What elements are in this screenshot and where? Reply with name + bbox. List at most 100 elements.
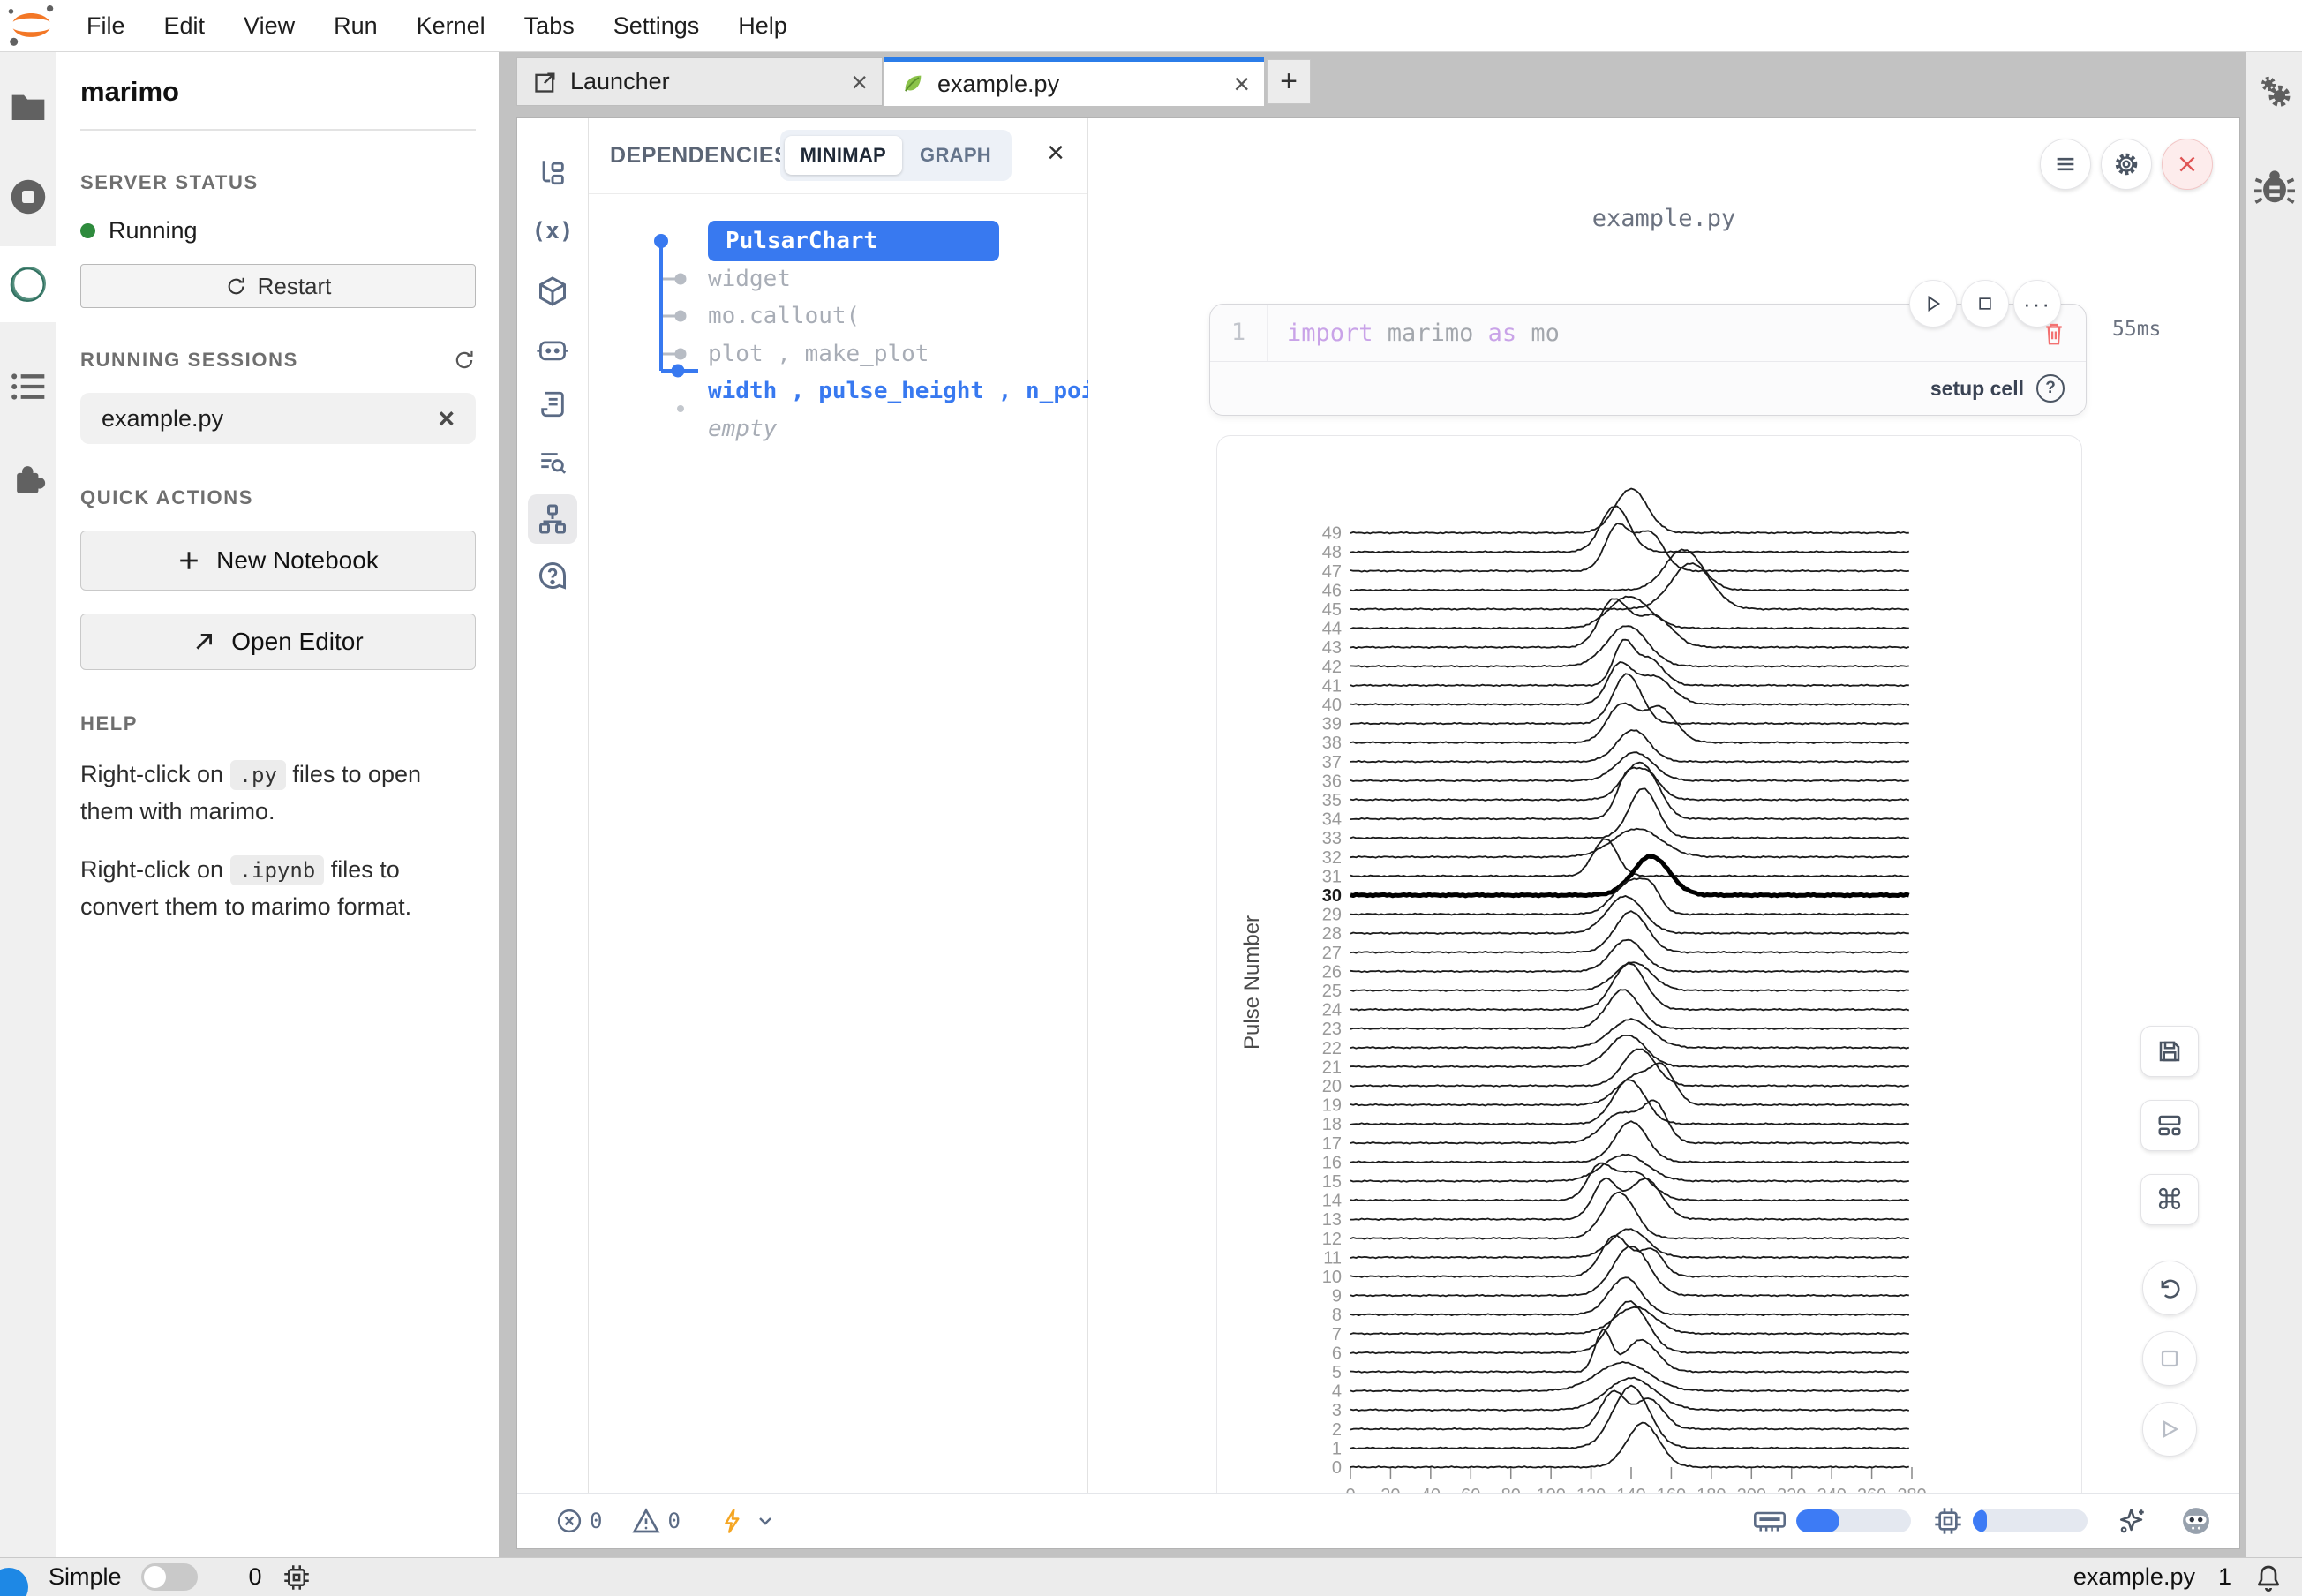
running-sessions-heading: RUNNING SESSIONS	[80, 349, 298, 372]
stop-icon	[2159, 1348, 2180, 1369]
variables-icon[interactable]: (x)	[528, 207, 577, 256]
tab-launcher[interactable]: Launcher ×	[516, 57, 883, 106]
menu-settings[interactable]: Settings	[594, 12, 719, 40]
svg-text:10: 10	[1322, 1268, 1342, 1287]
svg-text:42: 42	[1322, 658, 1342, 677]
floppy-icon	[2156, 1038, 2183, 1065]
layout-button[interactable]	[2140, 1100, 2199, 1151]
statusbar-filename[interactable]: example.py	[2073, 1563, 2195, 1591]
close-icon	[2176, 153, 2199, 176]
puzzle-icon	[11, 462, 46, 497]
file-explorer-tree-icon[interactable]	[528, 147, 577, 197]
svg-text:5: 5	[1332, 1363, 1342, 1382]
dependency-graph-icon[interactable]	[528, 494, 577, 544]
ai-sparkles-icon[interactable]	[2118, 1506, 2148, 1536]
svg-text:27: 27	[1322, 944, 1342, 963]
new-notebook-button[interactable]: New Notebook	[80, 531, 476, 591]
svg-text:40: 40	[1322, 696, 1342, 715]
svg-text:21: 21	[1322, 1058, 1342, 1077]
scratchpad-scroll-icon[interactable]	[528, 380, 577, 429]
errors-icon[interactable]	[556, 1508, 583, 1534]
dep-node-widget[interactable]: widget	[708, 259, 791, 299]
tab-example-py[interactable]: example.py ×	[884, 57, 1264, 106]
activity-marimo[interactable]	[0, 246, 56, 322]
help-bubble-icon[interactable]	[528, 551, 577, 600]
save-button[interactable]	[2140, 1026, 2199, 1077]
menu-file[interactable]: File	[67, 12, 145, 40]
simple-mode-label: Simple	[49, 1563, 122, 1591]
svg-text:11: 11	[1323, 1248, 1342, 1268]
ai-robot-icon[interactable]	[528, 325, 577, 374]
session-close-icon[interactable]: ×	[438, 404, 455, 433]
open-editor-button[interactable]: Open Editor	[80, 614, 476, 670]
run-all-button[interactable]	[2142, 1402, 2197, 1457]
graph-toggle[interactable]: GRAPH	[904, 136, 1007, 175]
svg-text:14: 14	[1322, 1192, 1342, 1211]
svg-text:140: 140	[1616, 1486, 1645, 1493]
menu-view[interactable]: View	[224, 12, 314, 40]
dependencies-close-icon[interactable]: ×	[1047, 138, 1064, 168]
simple-mode-toggle[interactable]	[141, 1563, 198, 1591]
interrupt-button[interactable]	[2142, 1331, 2197, 1386]
menu-run[interactable]: Run	[314, 12, 397, 40]
property-inspector-gears-icon[interactable]	[2255, 74, 2294, 113]
restart-button[interactable]: Restart	[80, 264, 476, 308]
activity-extensions[interactable]	[0, 441, 56, 517]
hamburger-icon	[2053, 152, 2078, 177]
code-line[interactable]: import marimo as mo	[1287, 320, 1560, 347]
dependency-tree: PulsarChartwidgetmo.callout(plot , make_…	[589, 193, 1087, 1493]
plus-icon	[177, 549, 200, 572]
dep-node-width-pulse-height-n-poi[interactable]: width , pulse_height , n_poi	[708, 371, 1095, 411]
tab-example-py-close-icon[interactable]: ×	[1233, 70, 1250, 98]
minimap-toggle[interactable]: MINIMAP	[785, 136, 902, 175]
warnings-icon[interactable]	[632, 1508, 660, 1534]
chip-icon[interactable]	[283, 1564, 310, 1591]
command-palette-button[interactable]: ⌘	[2140, 1174, 2199, 1225]
lightning-icon[interactable]	[719, 1507, 746, 1535]
setup-help-icon[interactable]: ?	[2036, 374, 2065, 403]
dep-node-plot-make-plot[interactable]: plot , make_plot	[708, 334, 929, 374]
undo-button[interactable]	[2142, 1261, 2197, 1315]
gear-icon	[2113, 151, 2140, 177]
activity-table-of-contents[interactable]	[0, 349, 56, 425]
server-status-value: Running	[109, 217, 198, 245]
delete-cell-icon[interactable]	[2042, 320, 2066, 347]
new-tab-button[interactable]: +	[1267, 59, 1311, 104]
notebook-settings-button[interactable]	[2101, 139, 2152, 190]
bell-icon[interactable]	[2254, 1562, 2283, 1592]
tab-launcher-close-icon[interactable]: ×	[851, 68, 868, 96]
chevron-down-icon[interactable]	[755, 1510, 776, 1532]
activity-running-sessions[interactable]	[0, 159, 56, 235]
menu-kernel[interactable]: Kernel	[397, 12, 505, 40]
logs-search-icon[interactable]	[528, 437, 577, 486]
packages-cube-icon[interactable]	[528, 267, 577, 316]
dep-node-empty[interactable]: empty	[708, 409, 777, 449]
dep-node-pulsarchart[interactable]: PulsarChart	[708, 221, 999, 261]
svg-text:13: 13	[1322, 1210, 1342, 1230]
open-editor-label: Open Editor	[231, 628, 363, 656]
svg-text:180: 180	[1696, 1486, 1726, 1493]
svg-text:0: 0	[1345, 1486, 1355, 1493]
svg-text:47: 47	[1322, 562, 1342, 582]
session-item[interactable]: example.py ×	[80, 393, 476, 444]
menu-help[interactable]: Help	[718, 12, 807, 40]
menu-tabs[interactable]: Tabs	[505, 12, 594, 40]
refresh-icon[interactable]	[453, 349, 476, 372]
svg-text:Pulse Number: Pulse Number	[1240, 915, 1264, 1050]
notebook-shutdown-button[interactable]	[2162, 139, 2213, 190]
session-name: example.py	[102, 405, 223, 433]
svg-text:1: 1	[1332, 1439, 1342, 1458]
copilot-icon[interactable]	[2179, 1505, 2213, 1537]
dep-node-mo-callout[interactable]: mo.callout(	[708, 296, 860, 336]
svg-text:20: 20	[1322, 1077, 1342, 1096]
setup-cell[interactable]: ··· 1 import marimo as mo	[1209, 304, 2087, 416]
svg-text:46: 46	[1322, 581, 1342, 600]
jupyterlab-window: FileEditViewRunKernelTabsSettingsHelp	[0, 0, 2302, 1596]
svg-text:29: 29	[1322, 906, 1342, 925]
notebook-status-bar: 0 0	[517, 1493, 2239, 1548]
notebook-menu-button[interactable]	[2040, 139, 2091, 190]
activity-file-browser[interactable]	[0, 69, 56, 145]
tab-example-py-label: example.py	[937, 71, 1059, 98]
debugger-bug-icon[interactable]	[2254, 169, 2295, 206]
menu-edit[interactable]: Edit	[145, 12, 225, 40]
